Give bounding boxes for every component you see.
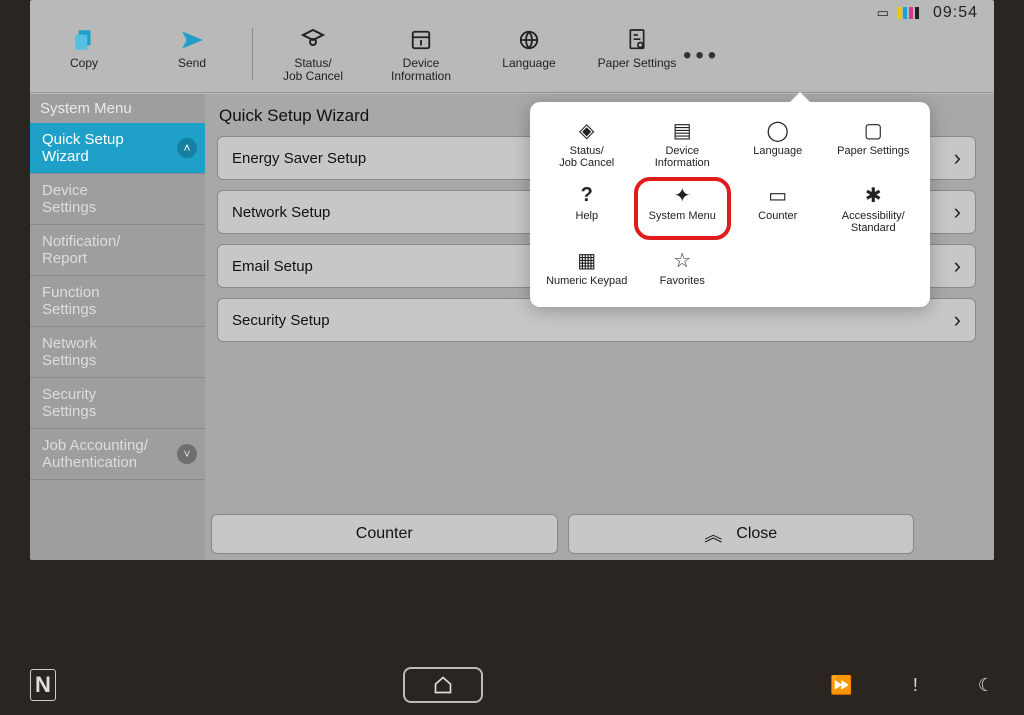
device-icon	[410, 26, 432, 54]
nfc-icon[interactable]: N	[30, 669, 56, 701]
home-icon	[433, 675, 453, 695]
sidebar-title: System Menu	[30, 94, 205, 123]
counter-button[interactable]: Counter	[211, 514, 558, 554]
send-icon	[179, 26, 205, 54]
popup-status[interactable]: ◈Status/ Job Cancel	[542, 116, 632, 171]
toolbar-copy[interactable]: Copy	[44, 26, 124, 70]
chevron-right-icon: ›	[954, 253, 961, 279]
popup-favorites[interactable]: ☆Favorites	[638, 246, 728, 289]
star-icon: ☆	[673, 248, 691, 272]
popup-counter[interactable]: ▭Counter	[733, 181, 823, 236]
language-icon	[518, 26, 540, 54]
double-chevron-up-icon: ︽	[704, 521, 722, 547]
sidebar-function-settings[interactable]: Function Settings	[30, 276, 205, 327]
fast-forward-icon[interactable]: ⏩	[830, 675, 852, 696]
sidebar-job-accounting[interactable]: Job Accounting/ Authentication ˅	[30, 429, 205, 480]
sidebar-notification[interactable]: Notification/ Report	[30, 225, 205, 276]
system-menu-icon: ✦	[674, 183, 691, 207]
popup-help[interactable]: ?Help	[542, 181, 632, 236]
device-icon: ▤	[673, 118, 692, 142]
popup-numeric-keypad[interactable]: ▦Numeric Keypad	[542, 246, 632, 289]
toolbar-paper[interactable]: Paper Settings	[597, 26, 677, 83]
help-icon: ?	[581, 183, 593, 207]
moon-icon[interactable]: ☾	[978, 675, 994, 696]
chevron-down-icon: ˅	[177, 444, 197, 464]
alert-icon[interactable]: !	[913, 675, 918, 696]
sidebar-device-settings[interactable]: Device Settings	[30, 174, 205, 225]
sidebar: System Menu Quick Setup Wizard ˄ Device …	[30, 94, 205, 560]
sidebar-network-settings[interactable]: Network Settings	[30, 327, 205, 378]
accessibility-icon: ✱	[865, 183, 882, 207]
paper-icon	[627, 26, 647, 54]
chevron-right-icon: ›	[954, 307, 961, 333]
paper-icon: ▢	[864, 118, 883, 142]
overflow-menu: ◈Status/ Job Cancel ▤Device Information …	[530, 102, 930, 307]
popup-device-info[interactable]: ▤Device Information	[638, 116, 728, 171]
status-icon	[301, 26, 325, 54]
toolbar: Copy Send Status/ Job Cancel	[30, 18, 994, 93]
popup-accessibility[interactable]: ✱Accessibility/ Standard	[829, 181, 919, 236]
status-icon: ◈	[579, 118, 594, 142]
toolbar-language[interactable]: Language	[489, 26, 569, 83]
toolbar-send[interactable]: Send	[152, 26, 232, 70]
chevron-right-icon: ›	[954, 145, 961, 171]
language-icon: ◯	[767, 118, 789, 142]
chevron-right-icon: ›	[954, 199, 961, 225]
home-button[interactable]	[403, 667, 483, 703]
sidebar-quick-setup[interactable]: Quick Setup Wizard ˄	[30, 123, 205, 174]
close-button[interactable]: ︽ Close	[568, 514, 915, 554]
toolbar-device-info[interactable]: Device Information	[381, 26, 461, 83]
popup-language[interactable]: ◯Language	[733, 116, 823, 171]
more-button[interactable]: •••	[683, 42, 720, 70]
device-navbar: N ⏩ ! ☾	[0, 655, 1024, 715]
toolbar-status[interactable]: Status/ Job Cancel	[273, 26, 353, 83]
keypad-icon: ▦	[577, 248, 596, 272]
popup-system-menu[interactable]: ✦System Menu	[638, 181, 728, 236]
counter-icon: ▭	[768, 183, 787, 207]
popup-paper[interactable]: ▢Paper Settings	[829, 116, 919, 171]
sidebar-security-settings[interactable]: Security Settings	[30, 378, 205, 429]
chevron-up-icon: ˄	[177, 138, 197, 158]
copy-icon	[71, 26, 97, 54]
